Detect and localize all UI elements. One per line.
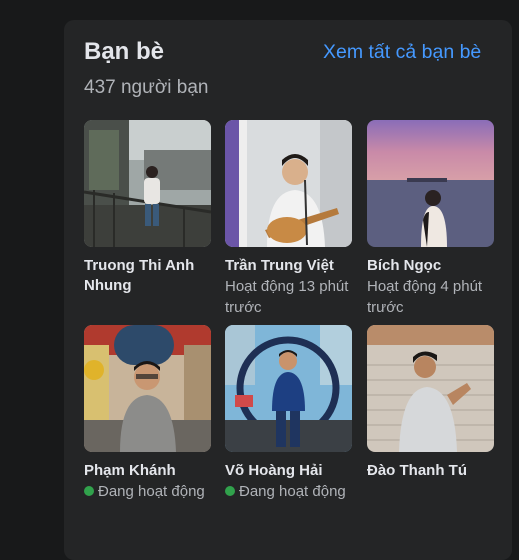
section-title[interactable]: Bạn bè [84,38,164,66]
online-status-icon [84,486,94,496]
friend-name[interactable]: Truong Thi Anh Nhung [84,256,211,296]
friend-card[interactable]: Đào Thanh Tú [367,325,494,481]
friend-photo[interactable] [367,325,494,452]
friend-photo[interactable] [225,120,352,247]
friend-status: Đang hoạt động [84,481,211,502]
friend-card[interactable]: Trần Trung Việt Hoạt động 13 phút trước [225,120,352,318]
online-status-icon [225,486,235,496]
friend-name[interactable]: Võ Hoàng Hải [225,461,352,481]
friend-name[interactable]: Bích Ngọc [367,256,494,276]
friend-photo[interactable] [367,120,494,247]
friend-card[interactable]: Võ Hoàng Hải Đang hoạt động [225,325,352,502]
friends-card: Bạn bè Xem tất cả bạn bè 437 người bạn T… [64,20,512,560]
friend-count: 437 người bạn [84,77,209,98]
see-all-friends-link[interactable]: Xem tất cả bạn bè [323,41,481,64]
friend-photo[interactable] [84,325,211,452]
friend-photo[interactable] [225,325,352,452]
friend-status: Hoạt động 13 phút trước [225,278,349,316]
friend-name[interactable]: Đào Thanh Tú [367,461,494,481]
friend-card[interactable]: Bích Ngọc Hoạt động 4 phút trước [367,120,494,318]
friend-card[interactable]: Truong Thi Anh Nhung [84,120,211,296]
friend-name[interactable]: Phạm Khánh [84,461,211,481]
friend-card[interactable]: Phạm Khánh Đang hoạt động [84,325,211,502]
friend-status: Hoạt động 4 phút trước [367,278,483,316]
friend-name[interactable]: Trần Trung Việt [225,256,352,276]
friend-status: Đang hoạt động [225,481,352,502]
friend-photo[interactable] [84,120,211,247]
